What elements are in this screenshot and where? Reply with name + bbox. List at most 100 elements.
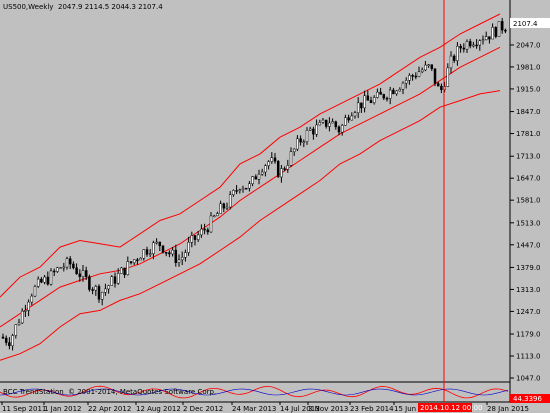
candle-body [200,228,203,236]
candle-body [174,249,178,263]
candle-body [123,267,126,275]
candle-body [187,242,190,253]
candle-body [452,55,456,61]
candle-body [184,252,187,258]
price-tick-label: 1313.0 [516,286,541,294]
candle-body [248,183,251,189]
candle-body [334,121,338,128]
candle-body [286,165,290,170]
candle-body [203,228,206,231]
candle-body [100,292,104,300]
candle-body [260,171,264,175]
candle-body [494,27,498,37]
candle-body [324,119,328,127]
time-tick-label: 22 Apr 2012 [88,405,131,413]
candle-body [40,278,43,283]
candle-body [152,242,155,254]
candle-body [456,45,459,61]
candle-body [14,324,18,336]
candle-body [440,85,443,91]
indicator-value-label: 44.3396 [513,395,542,403]
candle-body [468,41,472,47]
candle-body [350,115,354,121]
candle-body [139,257,142,261]
candle-body [321,119,325,123]
candle-body [196,234,200,240]
candle-body [337,126,341,133]
candle-body [142,249,146,259]
candle-body [296,138,299,150]
candle-body [366,95,370,101]
candle-body [398,88,402,92]
price-tick-label: 1047.0 [516,375,541,383]
candle-body [206,229,210,233]
candle-body [136,259,139,261]
candle-body [68,258,72,265]
candle-body [168,252,171,255]
candle-body [363,95,366,109]
candle-body [280,168,283,178]
time-tick-label: 28 Jan 2015 [487,405,529,413]
time-tick-label: 12 Aug 2012 [136,405,181,413]
chart-background [0,0,550,413]
candle-body [462,47,466,50]
candle-body [472,44,475,47]
candle-body [484,36,488,41]
candle-body [171,249,174,255]
candle-body [52,270,56,273]
candle-body [43,276,46,283]
candle-body [17,322,21,325]
price-tick-label: 1915.0 [516,85,541,93]
candle-body [369,100,373,104]
candle-body [257,173,261,180]
candle-body [404,80,408,84]
price-chart[interactable]: 2113.02047.01981.01915.01847.01781.01713… [0,0,550,413]
candle-body [446,67,450,87]
candle-body [424,64,427,71]
candle-body [78,273,82,277]
time-tick-label: 23 Feb 2014 [350,405,394,413]
price-tick-label: 1581.0 [516,197,541,205]
candle-body [132,259,136,264]
price-scale[interactable] [510,0,550,413]
candle-body [433,68,437,84]
candle-body [379,91,382,95]
candle-body [232,190,235,195]
candle-body [430,64,434,69]
candle-body [235,190,238,192]
time-tick-label: 2 Dec 2012 [183,405,223,413]
candle-body [427,64,430,66]
candle-body [475,44,478,47]
candle-body [273,157,277,162]
price-tick-label: 1447.0 [516,241,541,249]
candle-body [49,270,53,285]
candle-body [308,128,312,131]
candle-body [244,187,248,190]
price-tick-label: 1113.0 [516,353,541,361]
candle-body [158,241,162,246]
candle-body [129,261,133,264]
candle-body [254,176,258,180]
candle-body [251,176,254,185]
candle-body [353,112,357,117]
candle-body [283,168,286,170]
candle-body [299,138,302,143]
price-tick-label: 1513.0 [516,219,541,227]
candle-body [72,263,75,269]
chart-title: US500,Weekly [3,3,53,11]
candle-body [411,75,414,77]
time-tick-label: 15 Jun [394,405,416,413]
candle-body [401,82,405,90]
candle-body [408,75,411,81]
time-tick-label: 24 Mar 2013 [232,405,276,413]
candle-body [193,235,197,240]
candle-body [318,122,322,126]
candle-body [62,266,66,269]
candle-body [289,151,293,166]
candle-body [161,245,165,253]
candle-body [420,69,424,73]
candle-body [33,286,37,297]
candle-body [459,45,462,49]
candle-body [360,102,363,109]
candle-body [104,288,107,293]
